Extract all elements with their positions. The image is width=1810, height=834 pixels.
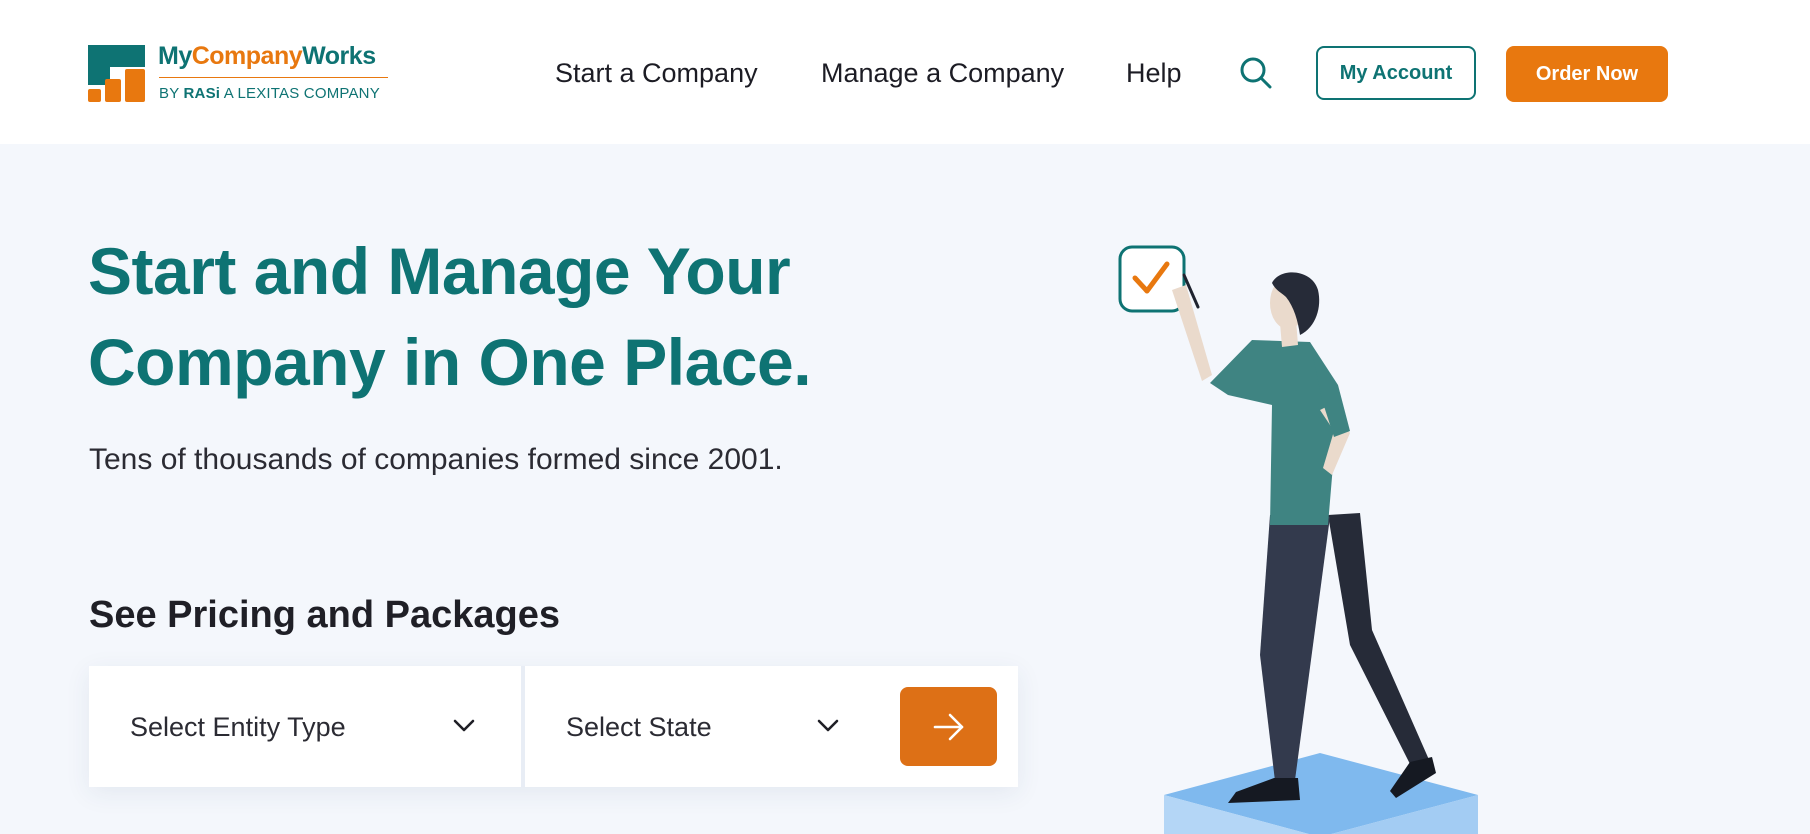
logo-divider (159, 77, 388, 78)
search-icon[interactable] (1239, 56, 1273, 90)
entity-type-select[interactable]: Select Entity Type (89, 666, 521, 787)
pricing-title: See Pricing and Packages (89, 594, 561, 636)
nav-start-a-company[interactable]: Start a Company (555, 58, 758, 89)
logo-wordmark: MyCompanyWorks (158, 42, 376, 70)
person-illustration (1172, 272, 1436, 803)
hero-illustration (1118, 245, 1478, 834)
nav-manage-a-company[interactable]: Manage a Company (821, 58, 1064, 89)
my-account-button[interactable]: My Account (1316, 46, 1476, 100)
nav-help[interactable]: Help (1126, 58, 1182, 89)
state-label: Select State (566, 712, 712, 742)
order-now-button[interactable]: Order Now (1506, 46, 1668, 102)
pricing-selector: Select Entity Type Select State (89, 666, 1018, 787)
chevron-down-icon (453, 719, 475, 732)
chevron-down-icon (817, 719, 839, 732)
checkbox-icon (1118, 245, 1186, 313)
see-pricing-go-button[interactable] (900, 687, 997, 766)
hero-title-line-1: Start and Manage Your (88, 234, 791, 308)
hero-subtitle: Tens of thousands of companies formed si… (89, 443, 783, 476)
site-header: MyCompanyWorks BY RASi A LEXITAS COMPANY… (0, 0, 1810, 144)
hero-title-line-2: Company in One Place. (88, 325, 812, 399)
logo[interactable]: MyCompanyWorks BY RASi A LEXITAS COMPANY (88, 42, 393, 104)
logo-mark-icon (88, 45, 145, 102)
logo-tagline: BY RASi A LEXITAS COMPANY (159, 85, 380, 102)
arrow-right-icon (933, 713, 963, 740)
state-select[interactable]: Select State (525, 666, 905, 787)
entity-type-label: Select Entity Type (130, 712, 346, 742)
hero-title: Start and Manage Your Company in One Pla… (88, 226, 908, 408)
